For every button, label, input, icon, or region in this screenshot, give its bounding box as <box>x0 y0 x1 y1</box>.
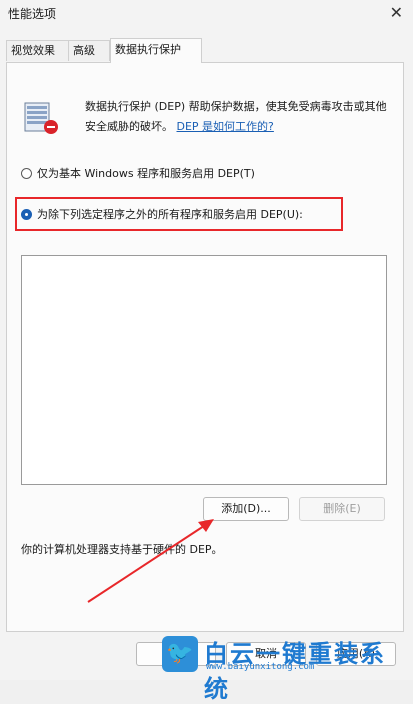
dep-help-link[interactable]: DEP 是如何工作的? <box>177 120 274 133</box>
dialog-buttons: 取消 应用(A) <box>0 640 413 680</box>
tab-dep[interactable]: 数据执行保护 <box>110 38 202 63</box>
close-icon[interactable]: ✕ <box>390 3 403 22</box>
radio-all-except-indicator[interactable] <box>21 208 32 220</box>
dep-panel: 数据执行保护 (DEP) 帮助保护数据，使其免受病毒攻击或其他安全威胁的破坏。 … <box>6 62 404 632</box>
tab-advanced[interactable]: 高级 <box>68 40 110 61</box>
title-bar: 性能选项 ✕ <box>0 0 413 30</box>
radio-essential-label: 仅为基本 Windows 程序和服务启用 DEP(T) <box>37 167 255 180</box>
ok-button[interactable] <box>136 642 216 666</box>
performance-options-window: 性能选项 ✕ 视觉效果 高级 数据执行保护 数据执行保护 (DEP) 帮助保护数… <box>0 0 413 703</box>
hardware-support-text: 你的计算机处理器支持基于硬件的 DEP。 <box>21 543 223 556</box>
cancel-button[interactable]: 取消 <box>226 642 306 666</box>
radio-essential-indicator[interactable] <box>21 167 32 179</box>
add-button[interactable]: 添加(D)... <box>203 497 289 521</box>
remove-button[interactable]: 删除(E) <box>299 497 385 521</box>
dep-shield-icon <box>24 102 58 134</box>
radio-essential-only[interactable]: 仅为基本 Windows 程序和服务启用 DEP(T) <box>21 165 255 181</box>
window-title: 性能选项 <box>8 7 57 21</box>
apply-button[interactable]: 应用(A) <box>316 642 396 666</box>
tab-visual-effects[interactable]: 视觉效果 <box>6 40 70 61</box>
dep-description: 数据执行保护 (DEP) 帮助保护数据，使其免受病毒攻击或其他安全威胁的破坏。 … <box>85 97 397 137</box>
radio-all-except-label: 为除下列选定程序之外的所有程序和服务启用 DEP(U): <box>37 208 303 221</box>
excluded-programs-list[interactable] <box>21 255 387 485</box>
radio-all-except[interactable]: 为除下列选定程序之外的所有程序和服务启用 DEP(U): <box>21 206 303 222</box>
